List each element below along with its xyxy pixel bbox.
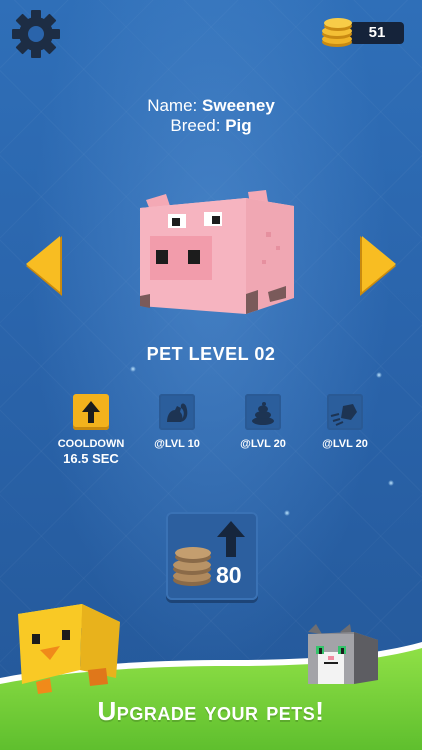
poop-icon (252, 402, 274, 425)
sparkle (130, 366, 136, 372)
skill-poop: @LVL 20 (218, 394, 308, 451)
squirrel-icon (167, 403, 188, 422)
upgrade-arrow-icon (217, 521, 245, 557)
skill-cooldown: COOLDOWN 16.5 SEC (46, 394, 136, 466)
coin-stack-icon (322, 18, 352, 47)
pet-breed-line: Breed: Pig (0, 116, 422, 136)
upgrade-price: 80 (216, 562, 242, 588)
pet-level-title: PET LEVEL 02 (146, 344, 276, 364)
cat-pet-image (308, 624, 378, 684)
skill-label: @LVL 20 (322, 438, 368, 450)
skill-label: COOLDOWN (57, 438, 125, 450)
up-arrow-icon (82, 401, 100, 423)
sparkle (284, 510, 290, 516)
pet-breed: Pig (225, 116, 252, 135)
chick-pet-image (18, 604, 120, 694)
skill-slot-locked (327, 394, 363, 430)
sparkle (388, 480, 394, 486)
skill-rock: @LVL 20 (300, 394, 390, 451)
pet-name: Sweeney (202, 96, 275, 115)
skill-upgrade-slot[interactable] (73, 394, 109, 430)
pet-name-label: Name: (147, 96, 198, 115)
pet-upgrade-screen: 51 Name: Sweeney Breed: Pig PET LEVEL 02… (0, 0, 422, 750)
pet-breed-label: Breed: (170, 116, 221, 135)
next-pet-arrow-icon[interactable] (356, 234, 400, 298)
fast-rock-icon (330, 404, 357, 426)
sparkle (376, 372, 382, 378)
coin-count: 51 (368, 24, 386, 41)
previous-pet-arrow-icon[interactable] (22, 234, 66, 298)
skill-value: 16.5 SEC (63, 451, 119, 466)
skill-label: @LVL 20 (240, 438, 286, 450)
skill-squirrel: @LVL 10 (132, 394, 222, 451)
skill-slot-locked (159, 394, 195, 430)
settings-gear-icon[interactable] (8, 6, 64, 62)
upgrade-button[interactable]: 80 (166, 512, 258, 600)
pet-info: Name: Sweeney Breed: Pig (0, 96, 422, 136)
coin-counter: 51 (320, 18, 406, 48)
pig-pet-image (140, 190, 294, 314)
skill-slot-locked (245, 394, 281, 430)
coin-stack-icon (173, 547, 211, 586)
upgrade-your-pets-banner: Upgrade your pets! (97, 696, 325, 726)
pet-name-line: Name: Sweeney (0, 96, 422, 116)
skill-label: @LVL 10 (154, 438, 200, 450)
